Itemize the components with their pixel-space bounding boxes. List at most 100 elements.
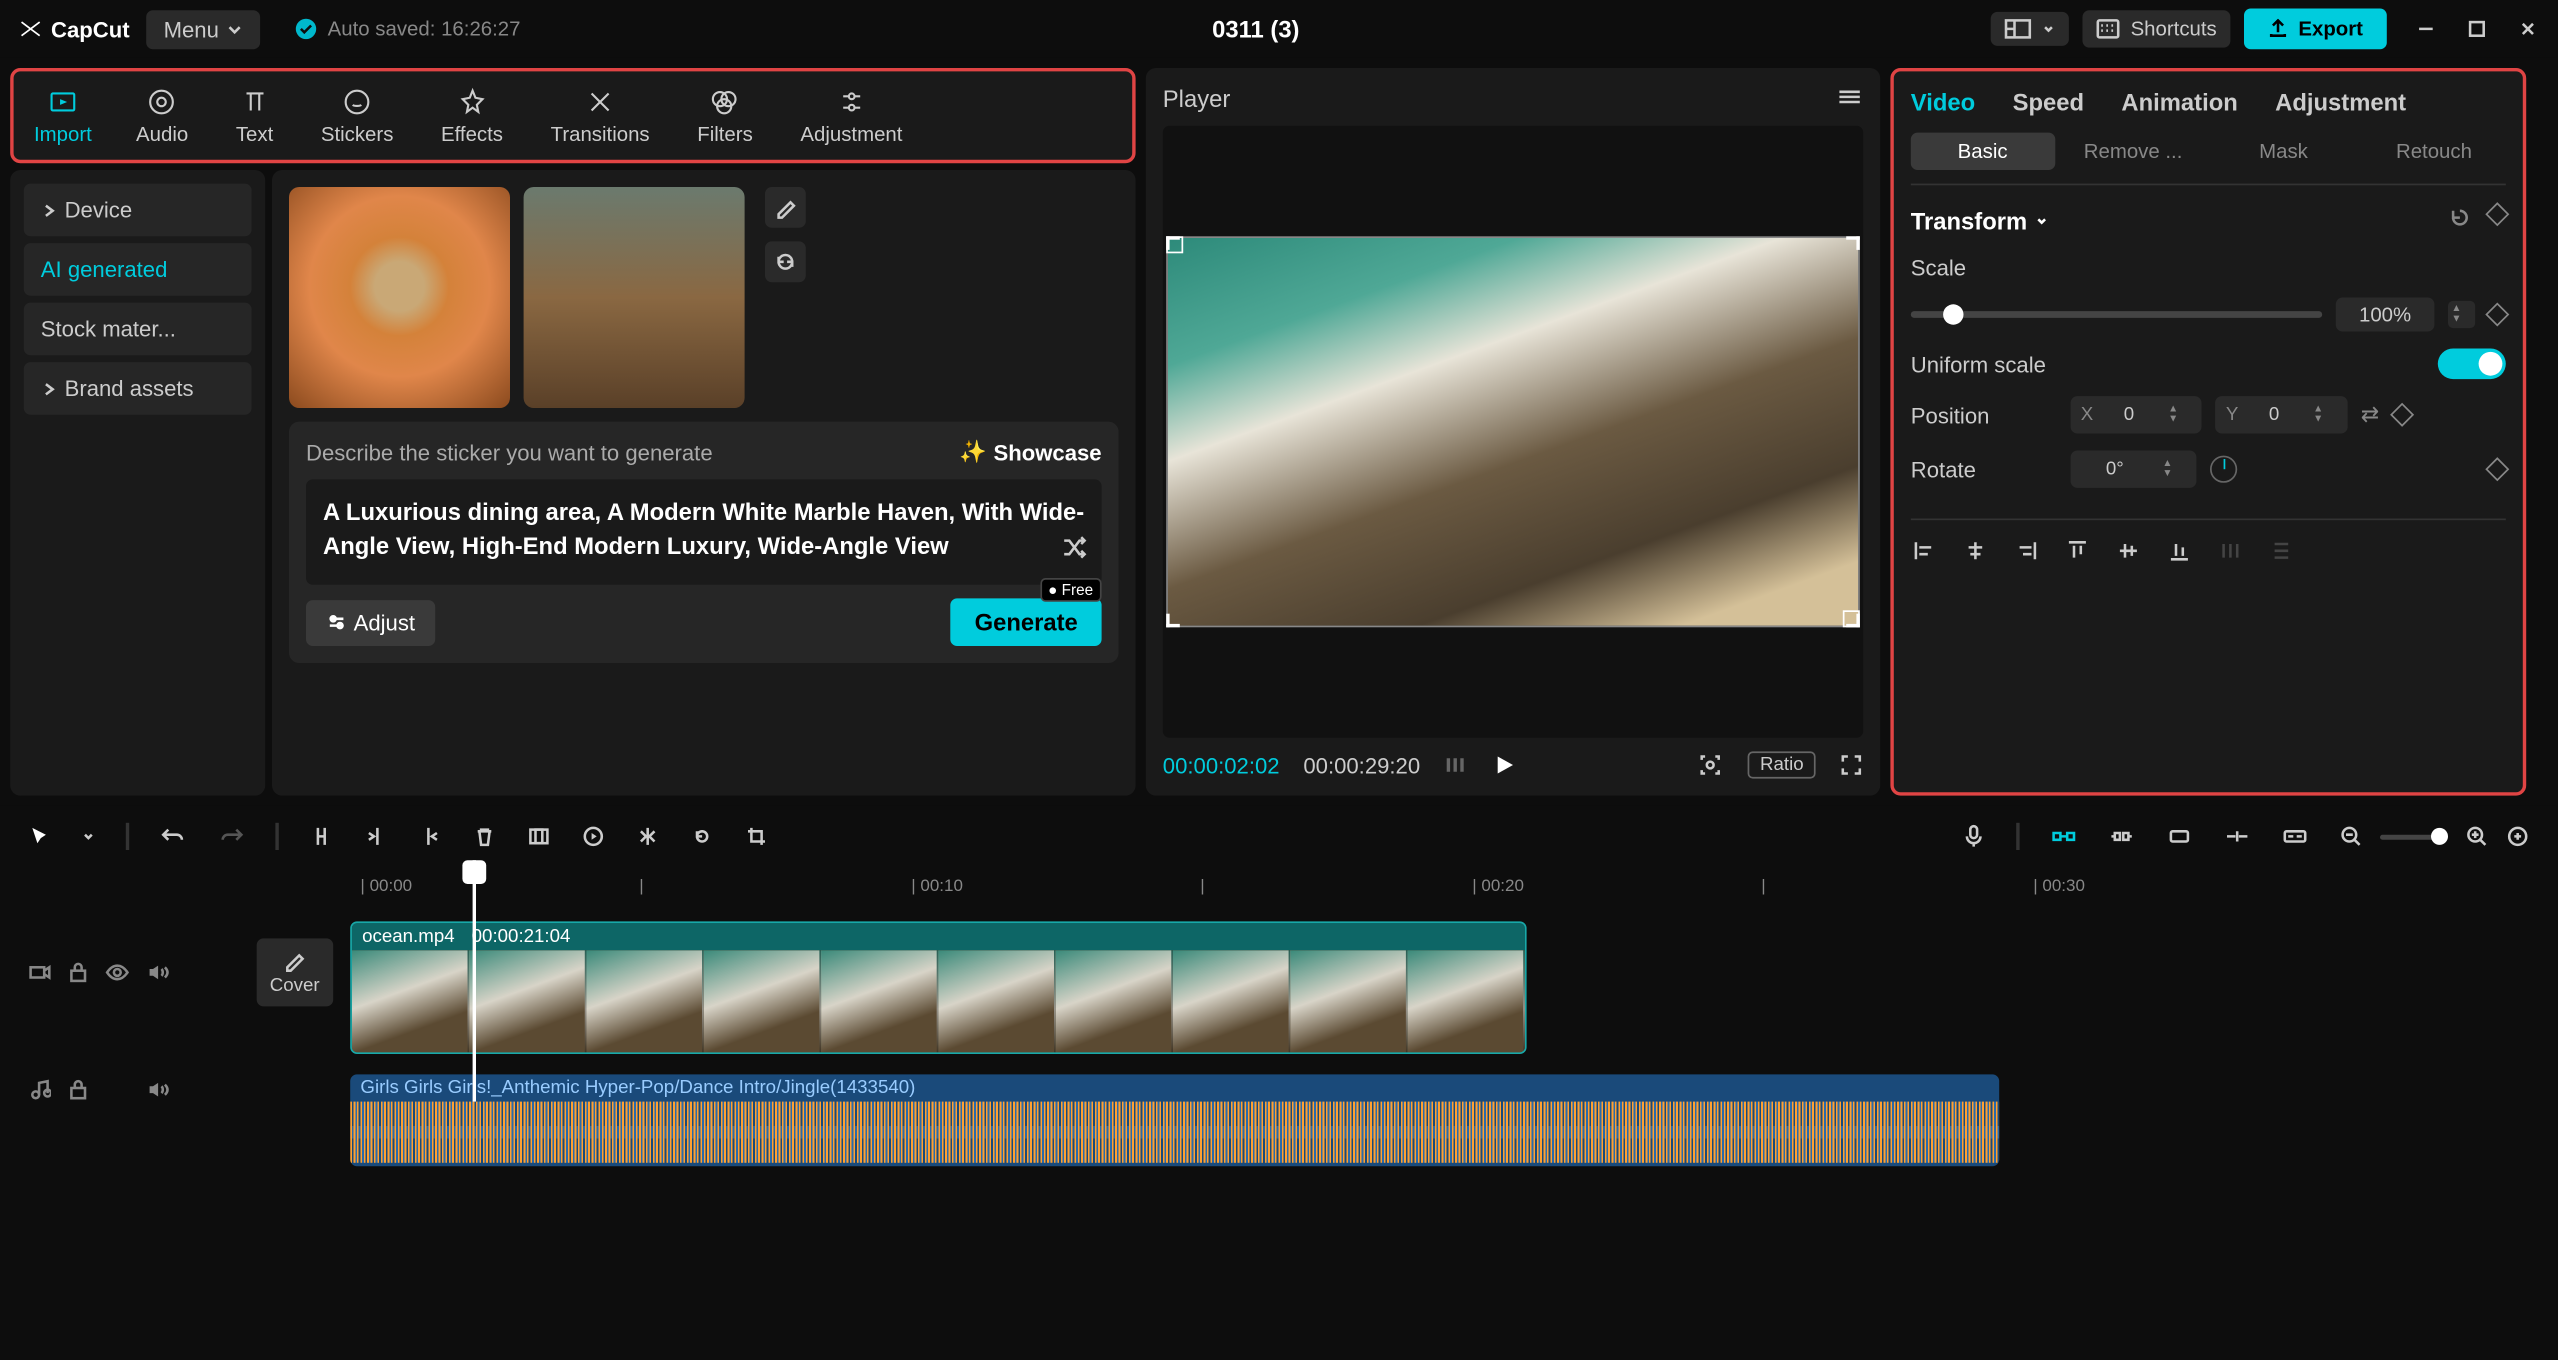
sidebar-item-device[interactable]: Device: [24, 184, 252, 237]
pointer-dropdown[interactable]: [82, 830, 96, 844]
rotate-dial[interactable]: [2210, 456, 2237, 483]
align-bottom-button[interactable]: [2166, 537, 2193, 564]
stickers-tab[interactable]: Stickers: [297, 78, 417, 153]
undo-button[interactable]: [160, 823, 187, 850]
play-button[interactable]: [1492, 751, 1519, 778]
scale-input[interactable]: [2336, 298, 2435, 332]
align-right-button[interactable]: [2013, 537, 2040, 564]
position-link-button[interactable]: ⇄: [2361, 401, 2380, 428]
track-video-icon: [27, 961, 51, 985]
reverse-button[interactable]: [581, 825, 605, 849]
track-visible-button[interactable]: [105, 964, 129, 981]
audio-mute-button[interactable]: [146, 1080, 170, 1100]
preview-button[interactable]: [2166, 826, 2193, 846]
zoom-out-button[interactable]: [2339, 825, 2363, 849]
fullscreen-button[interactable]: [1839, 753, 1863, 777]
subtab-remove[interactable]: Remove ...: [2061, 133, 2205, 170]
menu-button[interactable]: Menu: [147, 9, 260, 48]
split-left-button[interactable]: [364, 825, 388, 849]
video-clip[interactable]: ocean.mp400:00:21:04: [350, 921, 1526, 1054]
keyframe-transform-button[interactable]: [2485, 202, 2509, 226]
props-tab-speed[interactable]: Speed: [2013, 88, 2084, 115]
cover-button[interactable]: Cover: [256, 938, 333, 1006]
scan-icon: [1697, 751, 1724, 778]
player-menu-button[interactable]: [1836, 85, 1863, 112]
showcase-button[interactable]: ✨ Showcase: [959, 439, 1101, 466]
generate-button[interactable]: Generate: [951, 598, 1102, 646]
align-top-button[interactable]: [2064, 537, 2091, 564]
magnet-button[interactable]: [2050, 826, 2077, 846]
adjustment-tab[interactable]: Adjustment: [777, 78, 927, 153]
subtab-basic[interactable]: Basic: [1911, 133, 2055, 170]
playhead[interactable]: [473, 860, 476, 1101]
align-left-button[interactable]: [1911, 537, 1938, 564]
close-button[interactable]: [2516, 17, 2540, 41]
props-tab-video[interactable]: Video: [1911, 88, 1975, 115]
caption-button[interactable]: [2281, 826, 2308, 846]
player-canvas[interactable]: [1163, 126, 1863, 738]
effects-tab[interactable]: Effects: [417, 78, 527, 153]
prompt-textarea[interactable]: A Luxurious dining area, A Modern White …: [306, 479, 1102, 584]
shuffle-button[interactable]: [1061, 534, 1088, 571]
audio-lock-button[interactable]: [68, 1078, 88, 1102]
scale-slider[interactable]: [1911, 311, 2322, 318]
position-x-input[interactable]: X0▲▼: [2071, 396, 2202, 433]
layout-button[interactable]: [1991, 12, 2069, 46]
maximize-button[interactable]: [2465, 17, 2489, 41]
align-center-h-button[interactable]: [1962, 537, 1989, 564]
sidebar-item-ai-generated[interactable]: AI generated: [24, 243, 252, 296]
scale-spinner[interactable]: ▲▼: [2448, 301, 2475, 328]
props-tab-adjustment[interactable]: Adjustment: [2275, 88, 2406, 115]
zoom-fit-button[interactable]: [2506, 825, 2530, 849]
ratio-button[interactable]: Ratio: [1748, 751, 1815, 778]
player-panel: Player 00:00:02:02 00:00:29:20 Ratio: [1146, 68, 1880, 796]
mic-button[interactable]: [1962, 823, 1986, 850]
zoom-in-button[interactable]: [2465, 825, 2489, 849]
audio-clip[interactable]: Girls Girls Girls!_Anthemic Hyper-Pop/Da…: [350, 1074, 1999, 1166]
export-button[interactable]: Export: [2244, 9, 2387, 50]
scan-button[interactable]: [1697, 751, 1724, 778]
split-right-button[interactable]: [418, 825, 442, 849]
transitions-tab[interactable]: Transitions: [527, 78, 674, 153]
track-lock-button[interactable]: [68, 961, 88, 985]
timeline-ruler[interactable]: | 00:00 | | 00:10 | | 00:20 | | 00:30: [350, 860, 2546, 904]
shortcuts-button[interactable]: Shortcuts: [2083, 10, 2230, 47]
refresh-thumb-button[interactable]: [765, 241, 806, 282]
track-mute-button[interactable]: [146, 962, 170, 982]
link-button[interactable]: [2108, 826, 2135, 846]
rotate-tool[interactable]: [690, 825, 714, 849]
mirror-button[interactable]: [636, 825, 660, 849]
text-tab[interactable]: Text: [212, 78, 297, 153]
rotate-input[interactable]: 0°▲▼: [2071, 451, 2197, 488]
uniform-scale-toggle[interactable]: [2438, 349, 2506, 380]
generated-thumbnail-1[interactable]: [289, 187, 510, 408]
video-frame[interactable]: [1166, 236, 1860, 627]
subtab-mask[interactable]: Mask: [2212, 133, 2356, 170]
import-tab[interactable]: Import: [14, 78, 113, 153]
keyframe-rotate-button[interactable]: [2485, 457, 2509, 481]
zoom-slider[interactable]: [2380, 834, 2448, 839]
split-button[interactable]: [309, 825, 333, 849]
adjust-button[interactable]: Adjust: [306, 599, 435, 645]
keyframe-scale-button[interactable]: [2485, 302, 2509, 326]
minimize-button[interactable]: [2414, 17, 2438, 41]
generated-thumbnail-2[interactable]: [524, 187, 745, 408]
reset-transform-button[interactable]: [2448, 206, 2472, 235]
edit-thumb-button[interactable]: [765, 187, 806, 228]
crop-tool[interactable]: [527, 825, 551, 849]
align-center-v-button[interactable]: [2115, 537, 2142, 564]
crop-img-button[interactable]: [745, 825, 769, 849]
audio-tab[interactable]: Audio: [112, 78, 212, 153]
subtab-retouch[interactable]: Retouch: [2362, 133, 2506, 170]
props-tab-animation[interactable]: Animation: [2121, 88, 2237, 115]
sidebar-item-stock[interactable]: Stock mater...: [24, 303, 252, 356]
sidebar-item-brand[interactable]: Brand assets: [24, 362, 252, 415]
delete-button[interactable]: [473, 825, 497, 849]
keyframe-position-button[interactable]: [2389, 403, 2413, 427]
prev-frame-button[interactable]: [1444, 753, 1468, 777]
redo-button[interactable]: [218, 823, 245, 850]
track-button[interactable]: [2224, 826, 2251, 846]
filters-tab[interactable]: Filters: [673, 78, 776, 153]
position-y-input[interactable]: Y0▲▼: [2216, 396, 2347, 433]
pointer-tool[interactable]: [27, 825, 51, 849]
